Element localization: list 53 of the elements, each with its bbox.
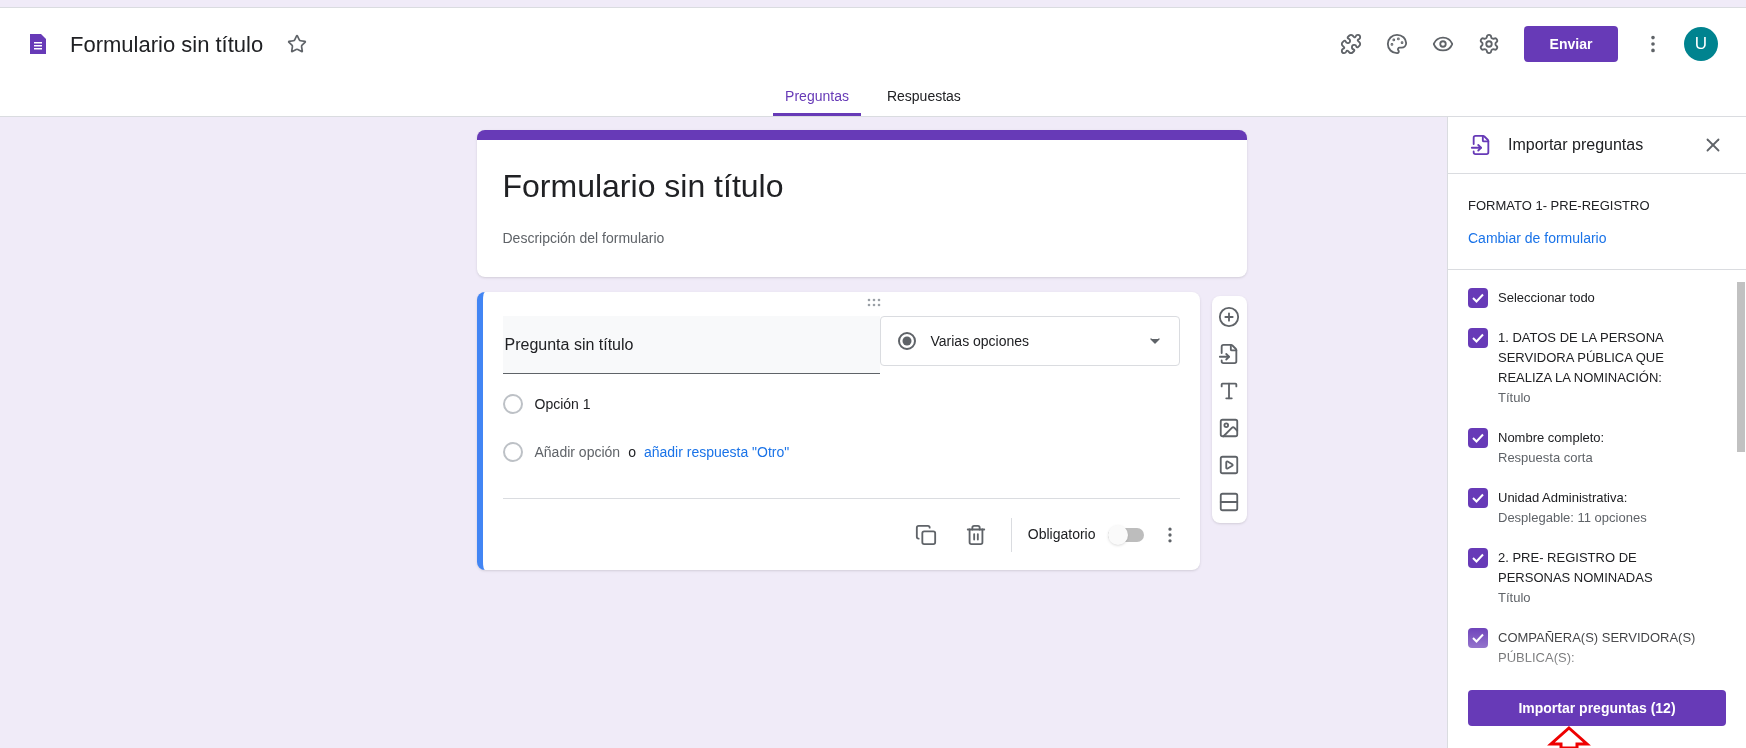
option-label[interactable]: Opción 1 <box>534 393 591 415</box>
star-icon[interactable] <box>287 34 308 54</box>
section-icon[interactable] <box>1218 491 1240 513</box>
checkbox[interactable] <box>1468 327 1488 348</box>
arrow-annotation-icon <box>1547 726 1591 748</box>
question-label: COMPAÑERA(S) SERVIDORA(S) PÚBLICA(S): <box>1498 628 1697 667</box>
puzzle-icon[interactable] <box>1340 33 1362 55</box>
checkbox[interactable] <box>1468 287 1488 308</box>
required-toggle[interactable] <box>1107 527 1144 542</box>
text-icon[interactable] <box>1218 380 1240 402</box>
form-name: FORMATO 1- PRE-REGISTRO <box>1468 197 1651 215</box>
tab[interactable]: Preguntas <box>773 80 861 116</box>
checkbox[interactable] <box>1468 487 1488 508</box>
question-type-dropdown[interactable]: Varias opciones <box>879 316 1180 366</box>
question-type-label: Título <box>1498 588 1532 607</box>
copy-icon[interactable] <box>914 523 937 546</box>
question-label: 2. PRE- REGISTRO DE PERSONAS NOMINADAS <box>1498 548 1654 587</box>
form-title[interactable]: Formulario sin título <box>70 27 264 61</box>
checkbox[interactable] <box>1468 627 1488 648</box>
required-label: Obligatorio <box>1027 525 1096 544</box>
forms-logo-icon <box>28 32 48 56</box>
question-type-label: Título <box>1498 388 1532 407</box>
question-label: Seleccionar todo <box>1498 288 1596 307</box>
panel-title: Importar preguntas <box>1508 135 1645 155</box>
checkbox[interactable] <box>1468 427 1488 448</box>
question-label: Nombre completo: <box>1498 428 1606 447</box>
trash-icon[interactable] <box>964 523 987 546</box>
avatar[interactable]: U <box>1684 27 1718 61</box>
question-type-label: Respuesta corta <box>1498 448 1594 467</box>
palette-icon[interactable] <box>1386 33 1408 55</box>
scrollbar-thumb[interactable] <box>1737 281 1745 452</box>
import-icon[interactable] <box>1218 343 1240 365</box>
radio-icon <box>896 331 917 351</box>
question-title-field[interactable]: Pregunta sin título <box>502 316 880 374</box>
send-button[interactable]: Enviar <box>1524 26 1618 62</box>
change-form-link[interactable]: Cambiar de formulario <box>1468 227 1726 249</box>
checkbox[interactable] <box>1468 547 1488 568</box>
image-icon[interactable] <box>1218 417 1240 439</box>
settings-icon[interactable] <box>1478 33 1500 55</box>
form-heading[interactable]: Formulario sin título <box>502 162 1221 210</box>
import-icon <box>1470 134 1492 156</box>
add-icon[interactable] <box>1218 306 1240 328</box>
form-description[interactable]: Descripción del formulario <box>502 228 1221 249</box>
add-option-link[interactable]: Añadir opción <box>534 441 621 463</box>
question-type-label: Desplegable: 11 opciones <box>1498 508 1648 527</box>
question-label: Unidad Administrativa: <box>1498 488 1629 507</box>
video-icon[interactable] <box>1218 454 1240 476</box>
or-text: o <box>628 442 636 462</box>
drag-handle-icon[interactable] <box>866 298 883 308</box>
tab[interactable]: Respuestas <box>874 80 973 116</box>
add-other-link[interactable]: añadir respuesta "Otro" <box>643 441 790 463</box>
import-questions-button[interactable]: Importar preguntas (12) <box>1468 690 1726 726</box>
question-label: 1. DATOS DE LA PERSONA SERVIDORA PÚBLICA QUE REALIZA LA NOMINACIÓN: <box>1498 328 1665 387</box>
